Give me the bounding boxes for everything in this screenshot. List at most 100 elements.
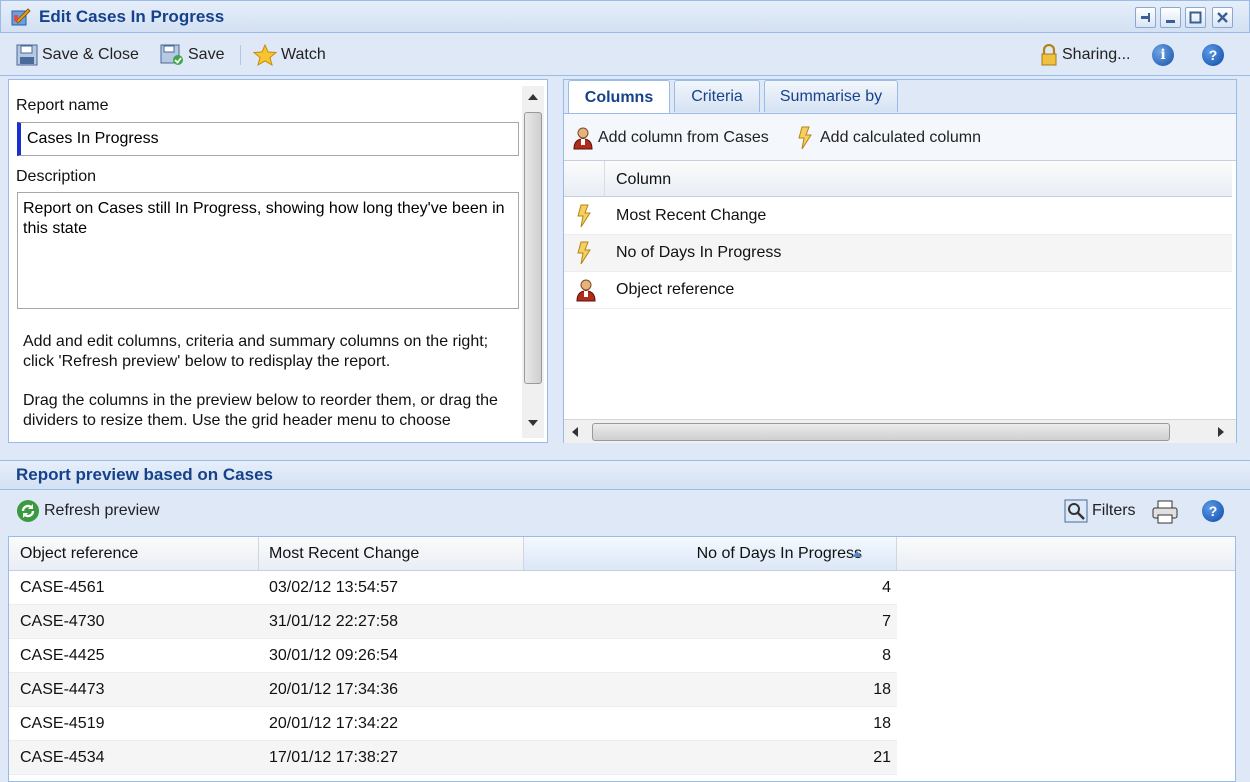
columns-grid-header: Column [564,161,1232,197]
cell-days-in-progress: 8 [882,646,891,664]
scroll-thumb[interactable] [524,112,542,384]
cell-object-reference: CASE-4425 [20,646,105,664]
header-days-in-progress-label: No of Days In Progress [696,544,862,562]
column-list-item[interactable]: Object reference [564,272,1232,309]
column-header-label[interactable]: Column [616,171,671,189]
add-calculated-button[interactable]: Add calculated column [796,126,981,150]
info-icon[interactable]: i [1152,44,1174,66]
column-list-item-label: Most Recent Change [616,207,767,224]
main-toolbar: Save & Close Save Watch Sharing... i ? [0,33,1250,76]
maximize-button[interactable] [1185,7,1206,28]
add-column-button[interactable]: Add column from Cases [572,127,769,150]
pin-button[interactable] [1135,7,1156,28]
header-most-recent-change[interactable]: Most Recent Change [259,537,524,570]
refresh-preview-button[interactable]: Refresh preview [16,500,160,522]
cell-days-in-progress: 7 [882,612,891,630]
report-name-input[interactable]: Cases In Progress [17,122,519,156]
table-row[interactable]: CASE-4561 03/02/12 13:54:57 4 [9,571,897,605]
cell-most-recent-change: 31/01/12 22:27:58 [269,612,399,630]
scroll-down-arrow-icon[interactable] [528,420,538,426]
cell-object-reference: CASE-4730 [20,612,105,630]
tab-summarise-by[interactable]: Summarise by [764,80,898,112]
hscroll-thumb[interactable] [592,423,1170,441]
lightning-icon [798,126,812,150]
window-titlebar: Edit Cases In Progress [0,0,1250,33]
cell-object-reference: CASE-4534 [20,748,105,766]
scroll-right-arrow-icon[interactable] [1218,427,1224,437]
scroll-up-arrow-icon[interactable] [528,94,538,100]
report-details-panel: Report name Cases In Progress Descriptio… [8,79,548,443]
lightning-icon [575,241,597,265]
preview-title: Report preview based on Cases [16,465,273,484]
cell-object-reference: CASE-4473 [20,680,105,698]
description-textarea[interactable]: Report on Cases still In Progress, showi… [17,192,519,309]
cell-days-in-progress: 18 [873,680,891,698]
refresh-icon [17,500,39,522]
description-label: Description [16,168,97,185]
preview-grid: Object reference Most Recent Change No o… [8,536,1236,782]
report-name-value: Cases In Progress [27,130,159,147]
save-label: Save [188,46,225,63]
cell-most-recent-change: 17/01/12 17:38:27 [269,748,399,766]
table-row[interactable]: CASE-4473 20/01/12 17:34:36 18 [9,673,897,707]
preview-help-icon[interactable]: ? [1202,500,1224,522]
add-column-label: Add column from Cases [598,129,769,146]
header-object-reference[interactable]: Object reference [9,537,259,570]
column-list-item[interactable]: Most Recent Change [564,198,1232,235]
tab-criteria[interactable]: Criteria [674,80,760,112]
preview-toolbar: Refresh preview Filters ? [0,490,1250,536]
table-row[interactable]: CASE-4425 30/01/12 09:26:54 8 [9,639,897,673]
cell-days-in-progress: 21 [873,748,891,766]
help-icon[interactable]: ? [1202,44,1224,66]
help-text-2: Drag the columns in the preview below to… [23,391,519,429]
table-row[interactable]: CASE-4730 31/01/12 22:27:58 7 [9,605,897,639]
scroll-left-arrow-icon[interactable] [572,427,578,437]
cell-days-in-progress: 4 [882,578,891,596]
cell-object-reference: CASE-4561 [20,578,105,596]
refresh-label: Refresh preview [44,502,160,519]
tab-content: Add column from Cases Add calculated col… [564,113,1236,443]
app-logo-icon [10,7,32,27]
help-text-1: Add and edit columns, criteria and summa… [23,333,489,370]
preview-grid-header: Object reference Most Recent Change No o… [9,537,1235,571]
window-title: Edit Cases In Progress [39,7,225,26]
floppy-check-icon [160,44,183,65]
person-icon [573,127,593,150]
filters-button[interactable]: Filters [1064,499,1136,523]
print-icon[interactable] [1152,500,1178,528]
tab-columns[interactable]: Columns [568,80,670,114]
sharing-label: Sharing... [1062,46,1131,63]
sharing-button[interactable]: Sharing... [1040,44,1130,66]
lock-icon [1041,44,1057,66]
lightning-icon [575,204,597,228]
filter-icon [1064,499,1088,523]
cell-days-in-progress: 18 [873,714,891,732]
columns-hscrollbar[interactable] [564,419,1236,443]
icon-column-header [564,161,605,197]
help-text-2-content: Drag the columns in the preview below to… [23,392,498,429]
column-list-item[interactable]: No of Days In Progress [564,235,1232,272]
watch-label: Watch [281,46,326,63]
add-calculated-label: Add calculated column [820,129,981,146]
minimize-button[interactable] [1160,7,1181,28]
cell-most-recent-change: 20/01/12 17:34:22 [269,714,399,732]
preview-header: Report preview based on Cases [0,460,1250,490]
table-row[interactable]: CASE-4519 20/01/12 17:34:22 18 [9,707,897,741]
person-icon [575,278,597,302]
star-icon [253,44,277,66]
header-most-recent-change-label: Most Recent Change [269,544,420,562]
save-close-button[interactable]: Save & Close [16,44,139,66]
columns-grid: Column Most Recent Change No of Days In P… [564,160,1236,443]
sort-ascending-icon [852,551,862,557]
column-list-item-label: Object reference [616,281,735,298]
close-button[interactable] [1212,7,1233,28]
header-days-in-progress[interactable]: No of Days In Progress [524,537,897,570]
save-button[interactable]: Save [160,44,224,66]
header-object-reference-label: Object reference [20,544,139,562]
column-list-item-label: No of Days In Progress [616,244,782,261]
table-row[interactable]: CASE-4534 17/01/12 17:38:27 21 [9,741,897,775]
description-value: Report on Cases still In Progress, showi… [23,200,505,237]
left-panel-scrollbar[interactable] [522,86,544,438]
floppy-icon [16,44,38,66]
watch-button[interactable]: Watch [253,44,326,66]
